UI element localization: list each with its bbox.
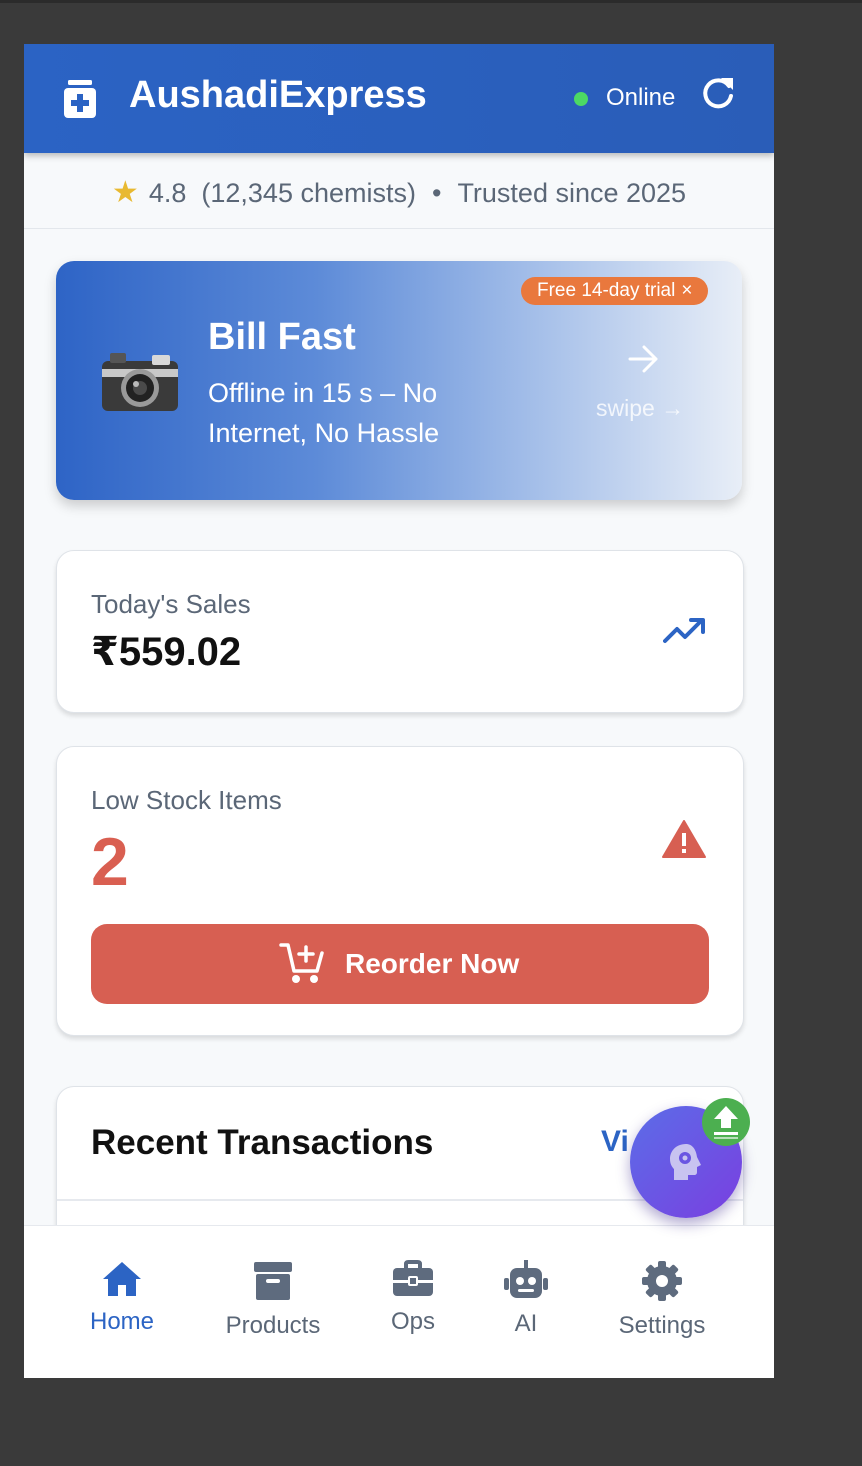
promo-title: Bill Fast: [208, 316, 356, 358]
todays-sales-card[interactable]: Today's Sales ₹559.02: [56, 550, 744, 713]
online-status-dot: [574, 92, 588, 106]
rating-count: (12,345 chemists): [201, 178, 416, 208]
view-all-link[interactable]: Vi: [601, 1125, 629, 1159]
home-icon: [103, 1262, 141, 1296]
swipe-hint: swipe →: [596, 395, 685, 421]
trusted-since: Trusted since 2025: [457, 178, 687, 208]
rating-value: 4.8: [148, 178, 187, 208]
recent-transactions-title: Recent Transactions: [91, 1123, 434, 1162]
free-trial-label: Free 14-day trial: [537, 280, 676, 301]
nav-ops-label: Ops: [390, 1308, 435, 1335]
reorder-now-label: Reorder Now: [345, 948, 520, 979]
nav-ops[interactable]: Ops: [379, 1260, 447, 1336]
free-trial-badge[interactable]: Free 14-day trial ×: [521, 277, 709, 305]
nav-settings-label: Settings: [618, 1312, 706, 1339]
robot-icon: [504, 1260, 548, 1298]
divider: [57, 1199, 743, 1201]
nav-home[interactable]: Home: [84, 1260, 160, 1336]
app-title: AushadiExpress: [129, 74, 427, 116]
promo-subtitle: Offline in 15 s – No Internet, No Hassle: [208, 378, 440, 448]
sales-value: ₹559.02: [91, 630, 242, 674]
low-stock-count: 2: [91, 824, 129, 900]
upload-badge[interactable]: [702, 1098, 750, 1146]
camera-icon: [102, 353, 178, 411]
nav-settings[interactable]: Settings: [609, 1260, 715, 1340]
upload-icon: [714, 1106, 738, 1139]
archive-icon: [254, 1262, 292, 1300]
bottom-navigation: Home Products Ops AI Settings: [24, 1225, 774, 1378]
gear-icon: [642, 1261, 682, 1301]
medicine-bottle-icon: [64, 80, 96, 118]
star-icon: ★: [111, 176, 139, 209]
app-screen: AushadiExpress Online ★ 4.8 (12,345 chemi…: [24, 44, 774, 1378]
nav-ai-label: AI: [514, 1310, 538, 1337]
low-stock-card[interactable]: Low Stock Items 2 Reorder Now: [56, 746, 744, 1036]
online-status-label: Online: [606, 84, 676, 111]
reorder-now-button[interactable]: Reorder Now: [91, 924, 709, 1004]
trending-up-icon: [663, 618, 705, 643]
app-header: AushadiExpress Online: [24, 44, 774, 153]
arrow-right-icon: [628, 345, 658, 373]
sales-label: Today's Sales: [91, 589, 251, 619]
separator-dot: •: [431, 178, 442, 208]
nav-ai[interactable]: AI: [502, 1260, 550, 1338]
cart-plus-icon: [279, 943, 324, 983]
low-stock-label: Low Stock Items: [91, 785, 282, 815]
close-icon[interactable]: ×: [681, 280, 692, 301]
window-top-edge: [0, 0, 862, 3]
briefcase-icon: [393, 1260, 433, 1296]
refresh-icon[interactable]: [699, 74, 737, 112]
nav-products-label: Products: [225, 1312, 321, 1339]
trust-rating-bar: ★ 4.8 (12,345 chemists) • Trusted since 202…: [24, 153, 774, 229]
nav-products[interactable]: Products: [214, 1260, 332, 1340]
warning-icon: [662, 820, 706, 858]
bill-fast-promo-card[interactable]: Bill Fast Offline in 15 s – No Internet,…: [56, 261, 742, 500]
head-gear-icon: [670, 1144, 701, 1180]
nav-home-label: Home: [89, 1308, 155, 1335]
